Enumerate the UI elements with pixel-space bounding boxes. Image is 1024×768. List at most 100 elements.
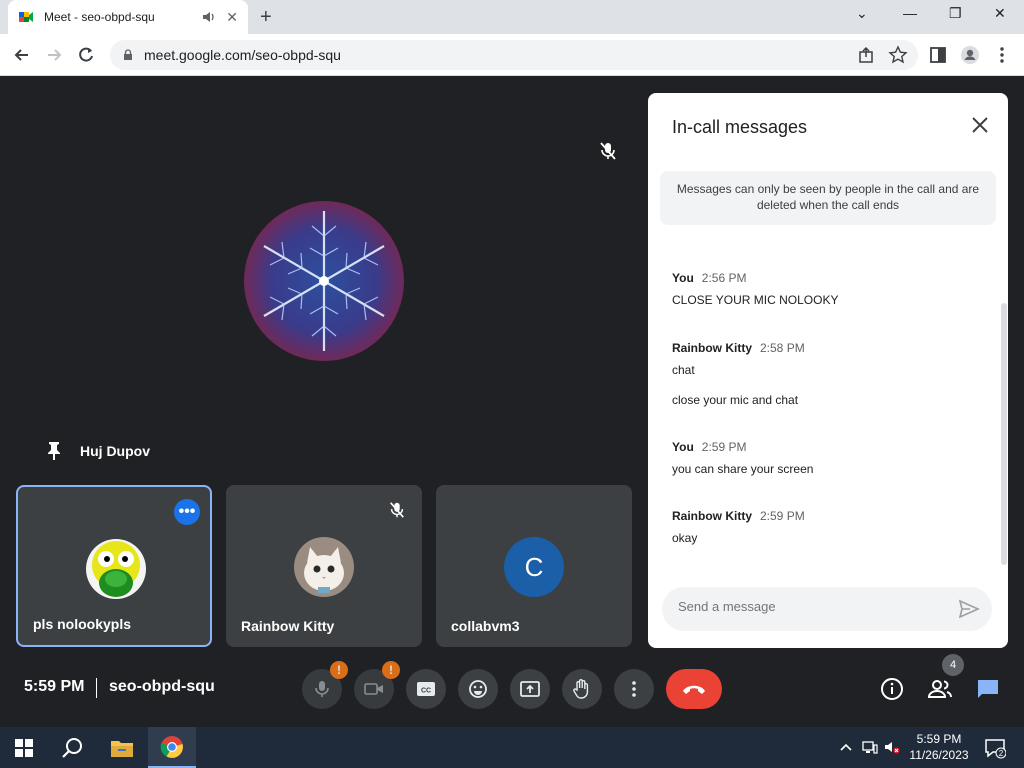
- pinned-name-label: Huj Dupov: [46, 441, 150, 461]
- more-options-button[interactable]: [614, 669, 654, 709]
- pinned-avatar: [244, 201, 404, 361]
- fractal-avatar-icon: [244, 201, 404, 361]
- message-sender: Rainbow Kitty: [672, 509, 752, 523]
- browser-menu-icon[interactable]: [992, 45, 1012, 65]
- notification-count: 2: [999, 749, 1004, 758]
- captions-button[interactable]: CC: [406, 669, 446, 709]
- back-icon[interactable]: [12, 45, 32, 65]
- pinned-name: Huj Dupov: [80, 443, 150, 459]
- camera-button[interactable]: !: [354, 661, 400, 709]
- side-panel-icon[interactable]: [928, 45, 948, 65]
- meet-stage: Huj Dupov ••• pls nolookypls Rainbow Kit…: [0, 77, 1024, 727]
- raise-hand-icon: [573, 679, 589, 699]
- message-header: Rainbow Kitty 2:59 PM: [672, 509, 982, 523]
- system-time: 5:59 PM: [916, 732, 962, 746]
- forward-icon[interactable]: [44, 45, 64, 65]
- chat-panel-title: In-call messages: [672, 117, 808, 137]
- start-button[interactable]: [0, 727, 48, 768]
- send-icon[interactable]: [958, 599, 980, 619]
- meeting-code: seo-obpd-squ: [109, 678, 215, 695]
- avatar: [294, 537, 354, 597]
- participant-tile[interactable]: ••• pls nolookypls: [16, 485, 212, 647]
- chrome-taskbar-button[interactable]: [148, 727, 196, 768]
- message-input[interactable]: [678, 599, 938, 614]
- message-text: chat: [672, 363, 695, 377]
- info-icon: [881, 678, 903, 700]
- message-group: Rainbow Kitty 2:59 PM okay: [672, 509, 982, 561]
- camera-icon: [364, 683, 383, 695]
- avatar: C: [504, 537, 564, 597]
- message-time: 2:58 PM: [760, 341, 805, 355]
- lock-icon: [124, 49, 132, 60]
- windows-taskbar: 5:59 PM 11/26/2023 2: [0, 727, 1024, 768]
- message-text: okay: [672, 531, 698, 545]
- raise-hand-button[interactable]: [562, 669, 602, 709]
- search-icon: [62, 737, 82, 758]
- present-screen-button[interactable]: [510, 669, 550, 709]
- leave-call-button[interactable]: [666, 669, 722, 709]
- pin-icon[interactable]: [46, 441, 62, 461]
- notification-center-button[interactable]: 2: [984, 737, 1007, 759]
- tab-strip: Meet - seo-obpd-squ ✕ + ⌄ — ❐ ✕: [0, 0, 1024, 34]
- muted-mic-icon: [390, 502, 404, 518]
- tab-close-icon[interactable]: ✕: [226, 9, 238, 26]
- message-header: Rainbow Kitty 2:58 PM: [672, 341, 982, 355]
- participants-count-badge: 4: [942, 654, 964, 676]
- windows-logo-icon: [15, 738, 33, 757]
- volume-muted-icon[interactable]: [884, 739, 900, 755]
- message-time: 2:59 PM: [760, 509, 805, 523]
- profile-icon[interactable]: [960, 45, 980, 65]
- chat-icon: [978, 680, 998, 698]
- divider: [96, 678, 97, 698]
- avatar: [86, 539, 146, 599]
- show-hidden-icons-icon[interactable]: [838, 739, 854, 755]
- system-clock[interactable]: 5:59 PM 11/26/2023: [906, 731, 972, 763]
- participant-name: pls nolookypls: [33, 616, 132, 632]
- message-text: close your mic and chat: [672, 393, 799, 407]
- reload-icon[interactable]: [76, 45, 96, 65]
- close-icon[interactable]: [970, 115, 990, 135]
- folder-icon: [111, 740, 133, 757]
- window-close-button[interactable]: ✕: [994, 5, 1006, 22]
- people-button[interactable]: [927, 676, 953, 702]
- microphone-button[interactable]: !: [302, 661, 348, 709]
- network-icon[interactable]: [862, 739, 878, 755]
- browser-tab[interactable]: Meet - seo-obpd-squ ✕: [8, 0, 248, 34]
- address-bar[interactable]: meet.google.com/seo-obpd-squ: [110, 40, 918, 70]
- file-explorer-button[interactable]: [98, 727, 146, 768]
- emoji-icon: [469, 680, 487, 698]
- message-group: Rainbow Kitty 2:58 PM chat close your mic…: [672, 341, 982, 423]
- message-text: CLOSE YOUR MIC NOLOOKY: [672, 293, 839, 307]
- bookmark-star-icon[interactable]: [888, 45, 908, 65]
- message-header: You 2:56 PM: [672, 271, 982, 285]
- emoji-button[interactable]: [458, 669, 498, 709]
- kitten-avatar-icon: [294, 537, 354, 597]
- chat-scrollbar[interactable]: [1001, 303, 1007, 565]
- notification-icon: 2: [985, 739, 1007, 759]
- browser-toolbar: meet.google.com/seo-obpd-squ: [0, 34, 1024, 76]
- meeting-details-button[interactable]: [879, 676, 905, 702]
- participant-tile[interactable]: C collabvm3: [436, 485, 632, 647]
- chat-button[interactable]: [975, 676, 1001, 702]
- message-time: 2:59 PM: [701, 440, 747, 454]
- restore-button[interactable]: ❐: [949, 5, 962, 22]
- more-vert-icon: [632, 681, 636, 697]
- minimize-button[interactable]: —: [903, 5, 917, 21]
- warning-badge: !: [382, 661, 400, 679]
- chat-panel: In-call messages Messages can only be se…: [648, 93, 1008, 648]
- speaker-icon[interactable]: [202, 10, 216, 24]
- message-sender: You: [672, 271, 694, 285]
- meet-favicon-icon: [19, 12, 33, 22]
- pinned-participant-tile[interactable]: Huj Dupov: [16, 93, 632, 468]
- search-button[interactable]: [48, 727, 96, 768]
- message-group: You 2:56 PM CLOSE YOUR MIC NOLOOKY: [672, 271, 982, 323]
- participant-tile[interactable]: Rainbow Kitty: [226, 485, 422, 647]
- share-icon[interactable]: [856, 45, 876, 65]
- message-group: You 2:59 PM you can share your screen: [672, 440, 982, 492]
- tab-search-icon[interactable]: ⌄: [856, 5, 868, 22]
- new-tab-button[interactable]: +: [260, 6, 272, 29]
- chrome-icon: [160, 735, 183, 758]
- meet-control-bar: 5:59 PM seo-obpd-squ ! ! CC 4: [0, 648, 1024, 727]
- more-options-icon[interactable]: •••: [174, 499, 200, 525]
- mic-icon: [315, 681, 329, 697]
